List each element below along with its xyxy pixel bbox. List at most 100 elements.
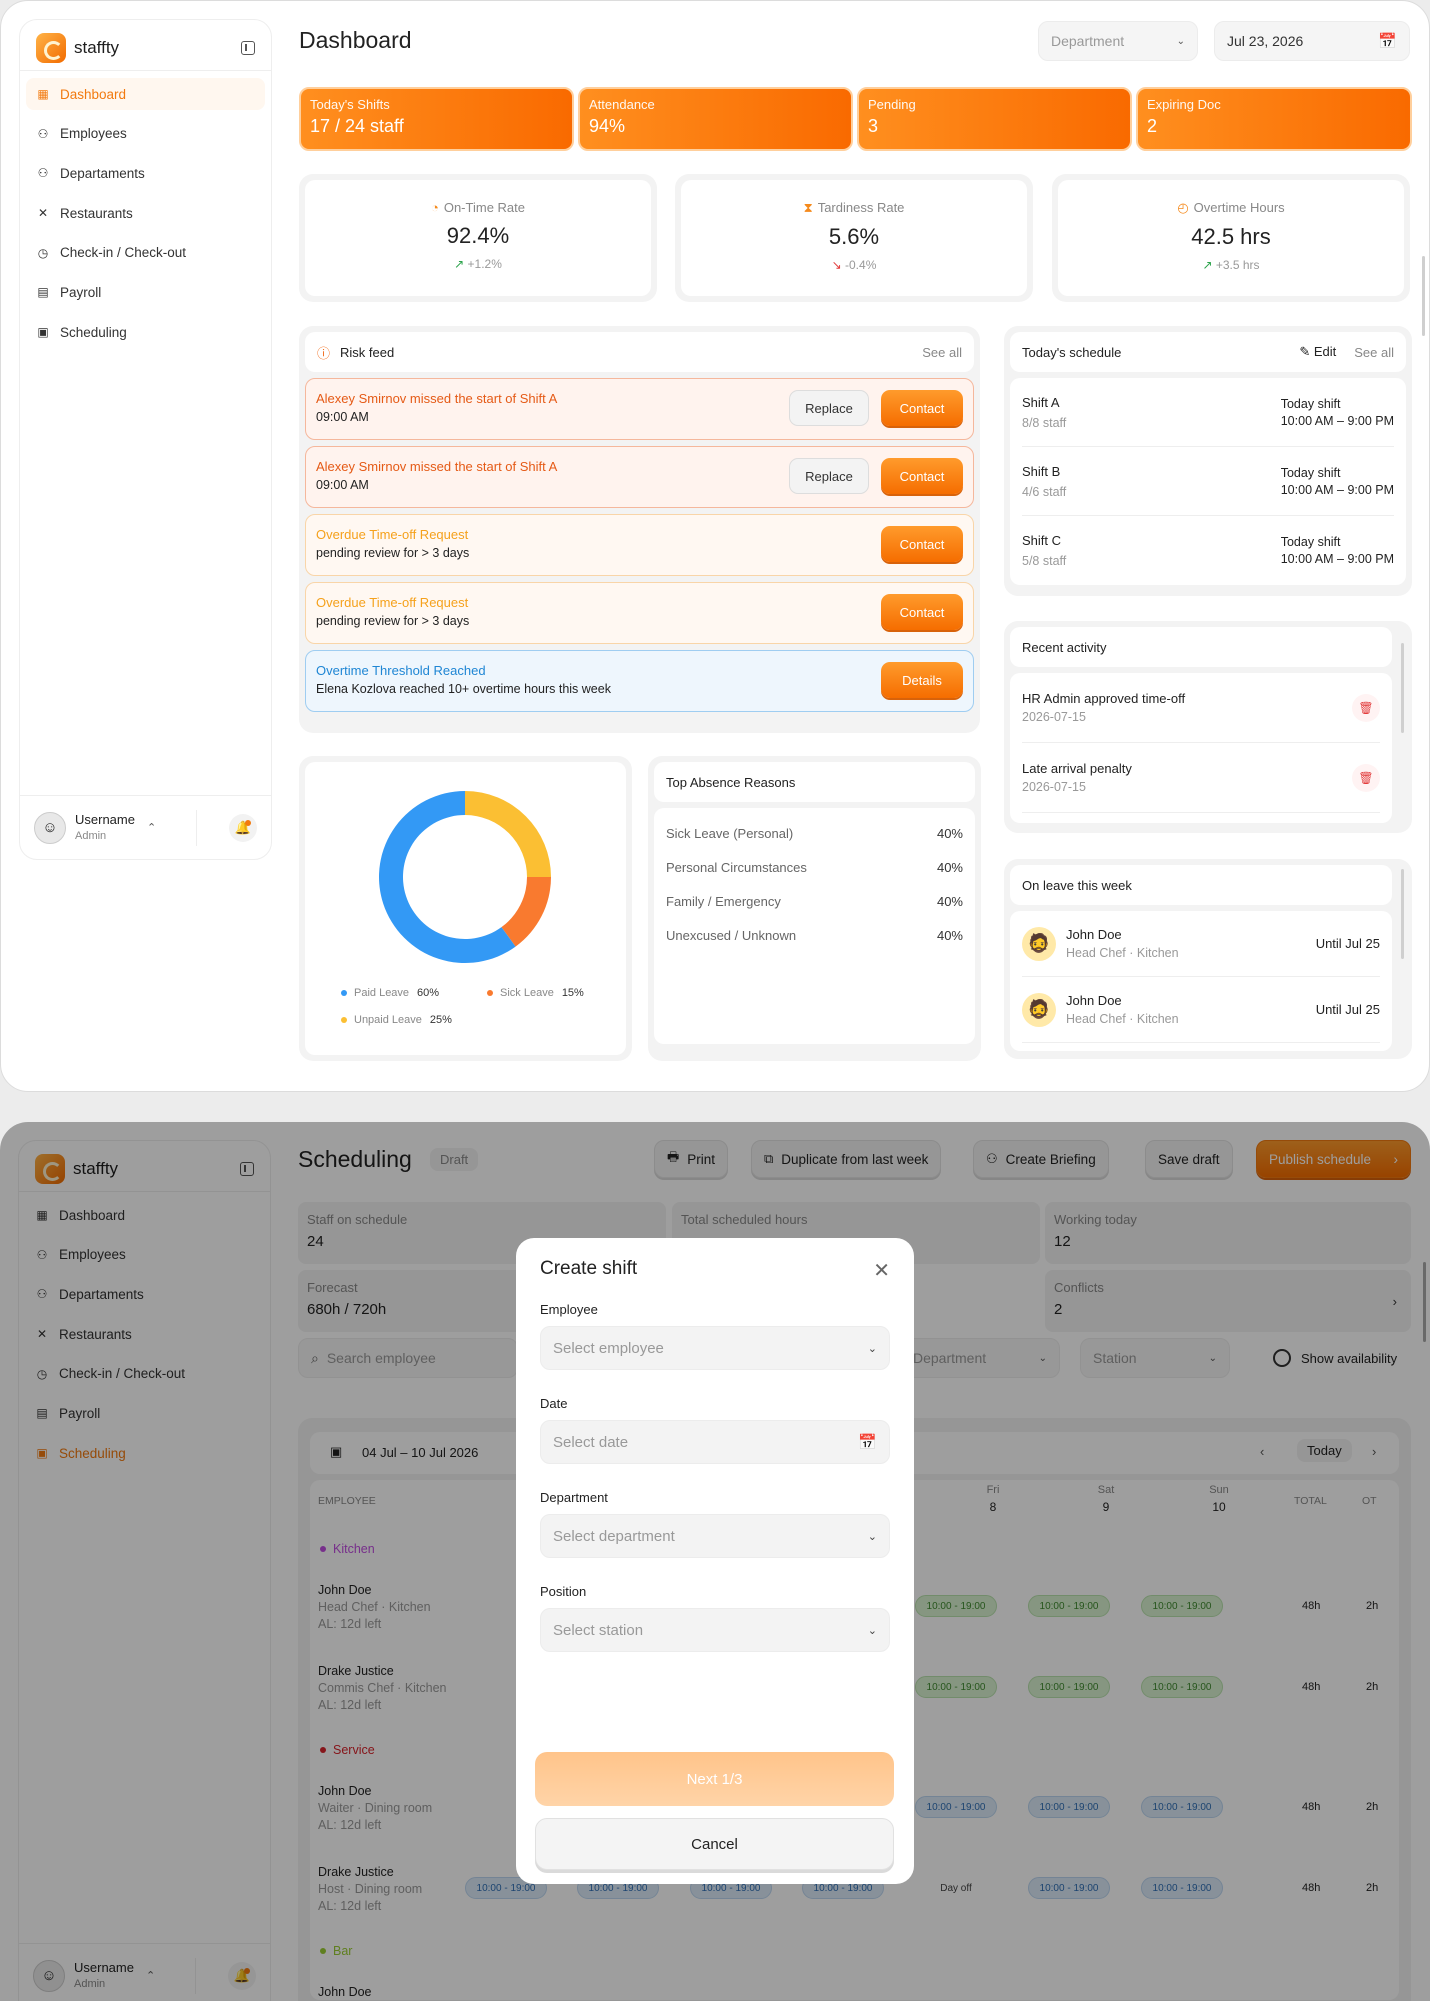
trash-icon[interactable]: 🗑 bbox=[1352, 763, 1380, 792]
kpi-pending[interactable]: Pending 3 bbox=[857, 87, 1132, 151]
replace-button[interactable]: Replace bbox=[789, 458, 869, 494]
chevron-down-icon: ⌄ bbox=[1176, 35, 1185, 47]
sidebar-item-check-in[interactable]: ◷ Check-in / Check-out bbox=[26, 237, 265, 269]
contact-button[interactable]: Contact bbox=[881, 390, 963, 426]
schedule-title: Today's schedule bbox=[1022, 344, 1122, 360]
cancel-button[interactable]: Cancel bbox=[535, 1818, 894, 1870]
on-leave-title: On leave this week bbox=[1022, 877, 1132, 893]
department-label: Department bbox=[540, 1490, 608, 1505]
dashboard-screen: staffty ▦ Dashboard ⚇ Employees ⚇ Departame… bbox=[0, 0, 1430, 1092]
staffty-logo bbox=[36, 33, 66, 63]
donut-slice-sick-leave[interactable] bbox=[501, 877, 551, 947]
legend-paid: Paid Leave 60% bbox=[341, 987, 439, 999]
sidebar: staffty ▦ Dashboard ⚇ Employees ⚇ Departame… bbox=[19, 19, 272, 860]
brand-name: staffty bbox=[74, 38, 120, 57]
activity-row: HR Admin approved time-off 2026-07-15 🗑 bbox=[1022, 673, 1380, 743]
collapse-sidebar-icon[interactable] bbox=[241, 41, 255, 55]
leave-donut-chart bbox=[378, 791, 551, 963]
hourglass-icon: ⧗ bbox=[803, 200, 813, 215]
leave-row[interactable]: 🧔 John Doe Head Chef · Kitchen Until Jul 25 bbox=[1022, 977, 1380, 1043]
cutlery-icon: ✕ bbox=[37, 206, 49, 221]
grid-icon: ▦ bbox=[37, 87, 49, 101]
absence-row: Unexcused / Unknown 40% bbox=[666, 927, 963, 943]
contact-button[interactable]: Contact bbox=[881, 594, 963, 630]
see-all-link[interactable]: See all bbox=[1354, 345, 1394, 360]
team-icon: ⚇ bbox=[37, 166, 49, 181]
recent-activity-panel: Recent activity HR Admin approved time-o… bbox=[1004, 621, 1412, 833]
date-field[interactable]: Select date 📅 bbox=[540, 1420, 890, 1464]
risk-item: Alexey Smirnov missed the start of Shift… bbox=[305, 378, 974, 440]
todays-schedule-panel: Today's schedule ✎ Edit See all Shift A 8/8… bbox=[1004, 326, 1412, 596]
alert-icon: ⓘ bbox=[317, 345, 331, 361]
stat-overtime-hours: ◴ Overtime Hours 42.5 hrs ↗ +3.5 hrs bbox=[1052, 174, 1410, 302]
sidebar-nav: ▦ Dashboard ⚇ Employees ⚇ Departaments ✕ Res… bbox=[26, 78, 265, 356]
activity-row: Late arrival penalty 2026-07-15 🗑 bbox=[1022, 743, 1380, 813]
sidebar-item-departaments[interactable]: ⚇ Departaments bbox=[26, 157, 265, 189]
see-all-link[interactable]: See all bbox=[922, 345, 962, 360]
kpi-todays-shifts[interactable]: Today's Shifts 17 / 24 staff bbox=[299, 87, 574, 151]
user-menu[interactable]: ☺ Username Admin ⌃ 🔔 bbox=[20, 795, 271, 859]
create-shift-modal: Create shift ✕ Employee Select employee ⌄… bbox=[516, 1238, 914, 1884]
stat-tardiness-rate: ⧗ Tardiness Rate 5.6% ↘ -0.4% bbox=[675, 174, 1033, 302]
shift-row[interactable]: Shift B 4/6 staff Today shift 10:00 AM – 9:… bbox=[1022, 447, 1394, 516]
chevron-down-icon: ⌄ bbox=[867, 1530, 877, 1543]
department-select[interactable]: Department ⌄ bbox=[1038, 21, 1198, 61]
avatar: 🧔 bbox=[1022, 926, 1056, 961]
position-select[interactable]: Select station ⌄ bbox=[540, 1608, 890, 1652]
clock-icon: ◔ bbox=[430, 200, 439, 215]
notification-bell-icon[interactable]: 🔔 bbox=[229, 813, 257, 842]
replace-button[interactable]: Replace bbox=[789, 390, 869, 426]
risk-item: Overtime Threshold Reached Elena Kozlova … bbox=[305, 650, 974, 712]
chevron-down-icon: ⌄ bbox=[867, 1624, 877, 1637]
timer-icon: ◴ bbox=[1177, 200, 1189, 215]
risk-item: Alexey Smirnov missed the start of Shift… bbox=[305, 446, 974, 508]
risk-feed-title: Risk feed bbox=[340, 344, 395, 360]
calendar-icon: ▣ bbox=[37, 325, 49, 340]
scrollbar[interactable] bbox=[1401, 869, 1404, 959]
shift-row[interactable]: Shift A 8/8 staff Today shift 10:00 AM – 9:… bbox=[1022, 378, 1394, 447]
kpi-expiring-doc[interactable]: Expiring Doc 2 bbox=[1136, 87, 1412, 151]
contact-button[interactable]: Contact bbox=[881, 526, 963, 562]
sidebar-item-payroll[interactable]: ▤ Payroll bbox=[26, 276, 265, 308]
department-select[interactable]: Select department ⌄ bbox=[540, 1514, 890, 1558]
shift-row[interactable]: Shift C 5/8 staff Today shift 10:00 AM – 9:… bbox=[1022, 516, 1394, 585]
avatar: ☺ bbox=[34, 811, 66, 844]
user-role: Admin bbox=[75, 829, 107, 842]
donut-slice-unpaid-leave[interactable] bbox=[465, 791, 551, 877]
modal-title: Create shift bbox=[540, 1258, 638, 1279]
sidebar-item-dashboard[interactable]: ▦ Dashboard bbox=[26, 78, 265, 110]
stat-on-time-rate: ◔ On-Time Rate 92.4% ↗ +1.2% bbox=[299, 174, 657, 302]
risk-item: Overdue Time-off Request pending review f… bbox=[305, 514, 974, 576]
close-icon[interactable]: ✕ bbox=[873, 1258, 890, 1283]
risk-item: Overdue Time-off Request pending review f… bbox=[305, 582, 974, 644]
next-button[interactable]: Next 1/3 bbox=[535, 1752, 894, 1806]
sidebar-item-restaurants[interactable]: ✕ Restaurants bbox=[26, 197, 265, 229]
chevron-up-icon[interactable]: ⌃ bbox=[147, 821, 156, 834]
scrollbar[interactable] bbox=[1401, 643, 1404, 733]
page-scrollbar[interactable] bbox=[1422, 256, 1425, 336]
contact-button[interactable]: Contact bbox=[881, 458, 963, 494]
sidebar-item-scheduling[interactable]: ▣ Scheduling bbox=[26, 316, 265, 348]
calendar-icon: 📅 bbox=[858, 1434, 877, 1451]
calendar-icon: 📅 bbox=[1378, 33, 1397, 50]
username: Username bbox=[75, 811, 135, 827]
leave-row[interactable]: 🧔 John Doe Head Chef · Kitchen Until Jul 25 bbox=[1022, 911, 1380, 977]
leave-chart-panel: Paid Leave 60% Sick Leave 15% Unpaid Leave… bbox=[299, 756, 632, 1061]
legend-sick: Sick Leave 15% bbox=[487, 987, 584, 999]
avatar: 🧔 bbox=[1022, 992, 1056, 1027]
clock-icon: ◷ bbox=[37, 245, 49, 260]
pencil-icon: ✎ bbox=[1299, 344, 1311, 359]
date-picker[interactable]: Jul 23, 2026 📅 bbox=[1214, 21, 1410, 61]
details-button[interactable]: Details bbox=[881, 662, 963, 698]
legend-unpaid: Unpaid Leave 25% bbox=[341, 1014, 452, 1026]
sidebar-item-employees[interactable]: ⚇ Employees bbox=[26, 118, 265, 150]
sidebar-header: staffty bbox=[36, 30, 255, 66]
absence-title: Top Absence Reasons bbox=[666, 774, 796, 790]
edit-button[interactable]: ✎ Edit bbox=[1299, 344, 1336, 360]
absence-row: Personal Circumstances 40% bbox=[666, 859, 963, 875]
trash-icon[interactable]: 🗑 bbox=[1352, 693, 1380, 722]
employee-select[interactable]: Select employee ⌄ bbox=[540, 1326, 890, 1370]
kpi-attendance[interactable]: Attendance 94% bbox=[578, 87, 853, 151]
risk-feed-panel: ⓘ Risk feed See all Alexey Smirnov missed … bbox=[299, 326, 980, 733]
absence-reasons-panel: Top Absence Reasons Sick Leave (Personal… bbox=[648, 756, 981, 1061]
